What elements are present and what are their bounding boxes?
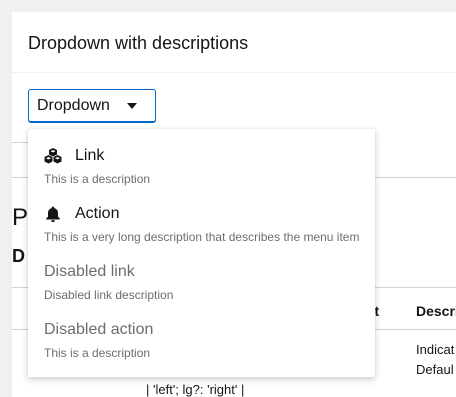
- menu-item-description: This is a very long description that des…: [44, 230, 360, 244]
- menu-item-label: Action: [75, 205, 120, 222]
- cubes-icon: [44, 148, 62, 164]
- menu-item-description: This is a description: [44, 346, 151, 360]
- table-header-description: Descri: [416, 303, 456, 319]
- card-title: Dropdown with descriptions: [28, 33, 249, 53]
- menu-item-description: Disabled link description: [44, 288, 174, 302]
- menu-item-disabled-link: Disabled link Disabled link description: [28, 261, 375, 317]
- dropdown-menu: Link This is a description Action This i…: [28, 129, 375, 377]
- menu-item-description: This is a description: [44, 172, 151, 186]
- menu-item-action[interactable]: Action This is a very long description t…: [28, 203, 375, 259]
- menu-item-disabled-action: Disabled action This is a description: [28, 319, 375, 375]
- table-cell: Defaul: [416, 362, 454, 377]
- bell-icon: [46, 206, 60, 223]
- menu-item-label: Disabled link: [44, 263, 135, 280]
- table-cell: Indicat: [416, 342, 455, 357]
- dropdown-toggle[interactable]: Dropdown: [28, 89, 156, 123]
- menu-item-link[interactable]: Link This is a description: [28, 145, 375, 201]
- section-heading: P: [12, 204, 29, 231]
- table-cell-code: | 'left'; lg?: 'right' |: [146, 382, 245, 397]
- menu-item-label: Disabled action: [44, 321, 154, 338]
- title-divider: [12, 72, 456, 73]
- dropdown-toggle-label: Dropdown: [37, 96, 110, 114]
- section-subheading: D: [12, 246, 25, 266]
- caret-down-icon: [127, 103, 137, 109]
- menu-item-label: Link: [75, 147, 105, 164]
